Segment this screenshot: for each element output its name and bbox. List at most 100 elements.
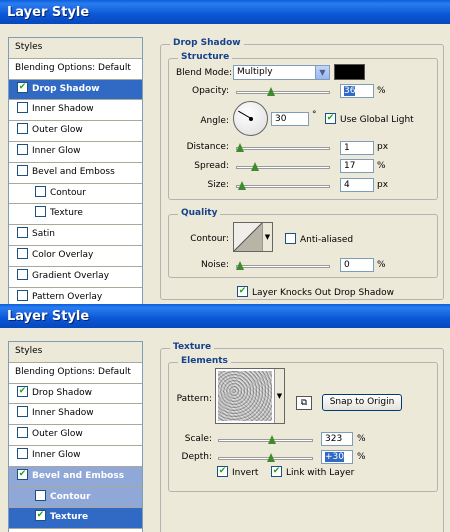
checkbox-icon[interactable] <box>17 289 28 301</box>
pattern-swatch <box>218 371 272 421</box>
use-global-light-checkbox[interactable]: Use Global Light <box>325 113 414 125</box>
slider-thumb-icon[interactable] <box>266 87 275 96</box>
checkbox-icon[interactable] <box>35 510 46 522</box>
slider-thumb-icon[interactable] <box>236 261 244 270</box>
anti-aliased-checkbox[interactable]: Anti-aliased <box>285 233 353 245</box>
depth-slider[interactable] <box>218 453 313 462</box>
distance-slider[interactable] <box>236 143 330 152</box>
slider-thumb-icon[interactable] <box>236 143 244 152</box>
style-item-texture[interactable]: Texture <box>9 508 142 530</box>
opacity-slider[interactable] <box>236 87 330 96</box>
checkbox-icon[interactable] <box>17 447 28 459</box>
styles-header: Styles <box>9 38 142 59</box>
checkbox-icon[interactable] <box>271 466 282 477</box>
noise-slider[interactable] <box>236 261 330 270</box>
layer-knocks-out-checkbox[interactable]: Layer Knocks Out Drop Shadow <box>237 286 394 298</box>
slider-thumb-icon[interactable] <box>237 181 246 190</box>
checkbox-icon[interactable] <box>17 164 28 176</box>
size-input[interactable]: 4 <box>340 178 374 192</box>
invert-checkbox[interactable]: Invert <box>217 466 258 478</box>
angle-input[interactable]: 30 <box>271 112 309 126</box>
pattern-label: Pattern: <box>176 394 212 404</box>
invert-label: Invert <box>232 468 259 478</box>
angle-dial[interactable] <box>233 101 268 136</box>
noise-input[interactable]: 0 <box>340 258 374 272</box>
style-item-inner-glow[interactable]: Inner Glow <box>9 142 142 163</box>
style-item-satin[interactable]: Satin <box>9 225 142 246</box>
style-item-outer-glow[interactable]: Outer Glow <box>9 425 142 446</box>
slider-thumb-icon[interactable] <box>250 162 259 171</box>
style-item-drop-shadow[interactable]: Drop Shadow <box>9 384 142 405</box>
snap-to-origin-button[interactable]: Snap to Origin <box>322 394 402 411</box>
angle-label: Angle: <box>200 116 229 126</box>
checkbox-icon[interactable] <box>17 247 28 259</box>
style-item-contour[interactable]: Contour <box>9 487 142 509</box>
size-unit: px <box>377 180 389 190</box>
pattern-picker[interactable]: ▼ <box>215 368 285 424</box>
style-item-label: Drop Shadow <box>32 83 100 94</box>
checkbox-icon[interactable] <box>17 385 28 397</box>
checkbox-icon[interactable] <box>17 268 28 280</box>
checkbox-icon[interactable] <box>35 206 46 218</box>
scale-label: Scale: <box>184 434 212 444</box>
chevron-down-icon[interactable]: ▼ <box>262 223 272 251</box>
link-with-layer-checkbox[interactable]: Link with Layer <box>271 466 354 478</box>
slider-thumb-icon[interactable] <box>266 453 275 462</box>
checkbox-icon[interactable] <box>35 185 46 197</box>
checkbox-icon[interactable] <box>325 113 336 124</box>
style-item-inner-glow[interactable]: Inner Glow <box>9 446 142 467</box>
checkbox-icon[interactable] <box>17 468 28 480</box>
style-item-label: Contour <box>50 491 91 502</box>
style-item-gradient-overlay[interactable]: Gradient Overlay <box>9 267 142 288</box>
distance-unit: px <box>377 142 389 152</box>
chevron-down-icon[interactable]: ▼ <box>274 369 284 423</box>
checkbox-icon[interactable] <box>17 143 28 155</box>
style-item-outer-glow[interactable]: Outer Glow <box>9 121 142 142</box>
shadow-color-swatch[interactable] <box>334 64 365 80</box>
checkbox-icon[interactable] <box>17 123 28 135</box>
opacity-input[interactable]: 36 <box>340 84 374 98</box>
new-preset-icon[interactable]: ⧉ <box>296 396 312 410</box>
blend-mode-select[interactable]: Multiply ▼ <box>233 65 330 80</box>
style-item-label: Outer Glow <box>32 125 83 136</box>
style-item-pattern-overlay[interactable]: Pattern Overlay <box>9 288 142 304</box>
style-item-blending-options-default[interactable]: Blending Options: Default <box>9 59 142 80</box>
style-item-bevel-and-emboss[interactable]: Bevel and Emboss <box>9 163 142 184</box>
style-item-label: Drop Shadow <box>32 387 93 398</box>
checkbox-icon[interactable] <box>217 466 228 477</box>
distance-input[interactable]: 1 <box>340 141 374 155</box>
chevron-down-icon: ▼ <box>315 66 329 79</box>
contour-curve-icon <box>234 223 262 251</box>
style-item-bevel-and-emboss[interactable]: Bevel and Emboss <box>9 466 142 488</box>
style-item-blending-options-default[interactable]: Blending Options: Default <box>9 363 142 384</box>
scale-input[interactable]: 323 <box>321 432 353 446</box>
style-item-label: Inner Shadow <box>32 104 94 115</box>
style-item-inner-shadow[interactable]: Inner Shadow <box>9 404 142 426</box>
checkbox-icon[interactable] <box>237 286 248 297</box>
scale-slider[interactable] <box>218 435 313 444</box>
checkbox-icon[interactable] <box>17 227 28 239</box>
distance-label: Distance: <box>186 142 229 152</box>
checkbox-icon[interactable] <box>285 233 296 244</box>
checkbox-icon[interactable] <box>35 489 46 501</box>
style-item-inner-shadow[interactable]: Inner Shadow <box>9 100 142 122</box>
checkbox-icon[interactable] <box>17 81 28 93</box>
style-item-label: Bevel and Emboss <box>32 470 125 481</box>
contour-label: Contour: <box>190 234 229 244</box>
checkbox-icon[interactable] <box>17 406 28 418</box>
quality-title: Quality <box>178 208 221 218</box>
spread-slider[interactable] <box>236 162 330 171</box>
style-item-texture[interactable]: Texture <box>9 204 142 226</box>
depth-input[interactable]: +30 <box>321 450 353 464</box>
contour-picker[interactable]: ▼ <box>233 222 273 252</box>
style-item-contour[interactable]: Contour <box>9 184 142 205</box>
depth-unit: % <box>357 452 366 462</box>
slider-thumb-icon[interactable] <box>268 435 277 444</box>
style-item-color-overlay[interactable]: Color Overlay <box>9 246 142 267</box>
style-item-drop-shadow[interactable]: Drop Shadow <box>9 79 142 101</box>
spread-input[interactable]: 17 <box>340 159 374 173</box>
checkbox-icon[interactable] <box>17 427 28 439</box>
styles-list: Styles Blending Options: Default Drop Shad… <box>8 37 143 304</box>
checkbox-icon[interactable] <box>17 102 28 114</box>
size-slider[interactable] <box>236 181 330 190</box>
